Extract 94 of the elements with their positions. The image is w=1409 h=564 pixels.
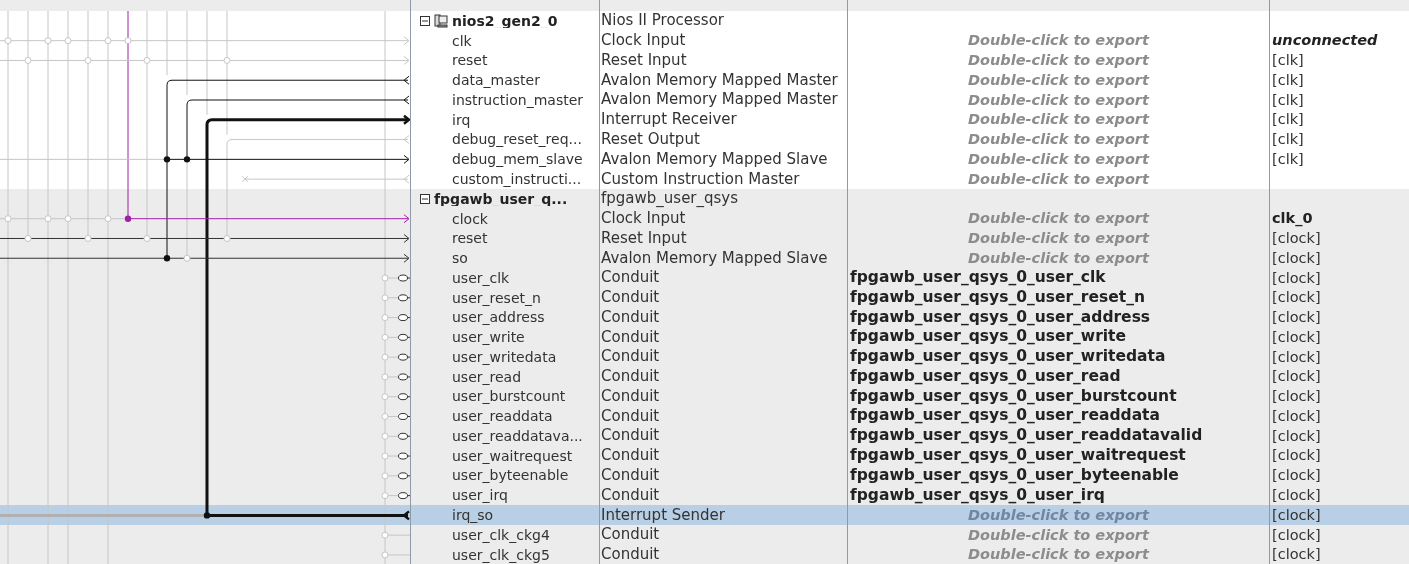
clock-text: [clock] [1272, 231, 1321, 246]
port-description: Conduit [601, 388, 660, 404]
port-name[interactable]: user_read [452, 369, 522, 384]
clock-text: [clock] [1272, 527, 1321, 543]
port-name[interactable]: user_write [452, 330, 525, 345]
export-name[interactable]: fpgawb_user_qsys_0_user_readdata [850, 408, 1160, 424]
port-name[interactable]: reset [452, 53, 488, 68]
clock-text: [clock] [1272, 408, 1321, 424]
port-name[interactable]: user_writedata [452, 349, 557, 364]
port-description: Conduit [601, 547, 660, 563]
port-description: Conduit [601, 468, 660, 483]
port-name[interactable]: user_clk_ckg5 [452, 547, 550, 562]
component-description: fpgawb_user_qsys [601, 191, 739, 207]
port-description: Conduit [601, 369, 660, 385]
clock-text: [clock] [1272, 547, 1321, 562]
clock-text: [clock] [1272, 250, 1321, 266]
port-name[interactable]: clock [452, 211, 488, 226]
port-description: Avalon Memory Mapped Master [601, 92, 838, 108]
port-description: Conduit [601, 428, 660, 444]
port-description: Clock Input [601, 33, 686, 49]
clock-text: [clock] [1272, 507, 1321, 523]
clock-text: [clk] [1272, 92, 1304, 108]
export-name[interactable]: fpgawb_user_qsys_0_user_reset_n [850, 289, 1145, 306]
clock-text: [clock] [1272, 369, 1321, 384]
port-name[interactable]: user_waitrequest [452, 448, 573, 463]
port-description: Reset Input [601, 230, 687, 246]
port-name[interactable]: user_clk [452, 270, 510, 285]
clock-text: clk_0 [1272, 211, 1313, 226]
port-description: Custom Instruction Master [601, 171, 800, 187]
clock-text: [clock] [1272, 488, 1321, 503]
port-name[interactable]: so [452, 251, 468, 266]
export-name[interactable]: fpgawb_user_qsys_0_user_waitrequest [850, 447, 1186, 464]
clock-text: [clk] [1272, 152, 1304, 167]
port-description: Reset Input [601, 52, 687, 68]
expand-toggle-icon[interactable] [420, 15, 430, 26]
component-description: Nios II Processor [601, 13, 724, 29]
port-description: Conduit [601, 487, 660, 503]
clock-text: [clock] [1272, 329, 1321, 345]
port-name[interactable]: reset [452, 231, 488, 246]
clock-text: [clock] [1272, 310, 1321, 325]
clock-text: [clock] [1272, 349, 1321, 365]
clock-text: [clk] [1272, 72, 1304, 88]
clock-text: [clk] [1272, 132, 1304, 147]
port-description: Conduit [601, 309, 660, 325]
port-description: Conduit [601, 290, 660, 306]
port-name[interactable]: user_address [452, 310, 545, 325]
port-description: Interrupt Receiver [601, 112, 737, 128]
port-description: Clock Input [601, 211, 686, 227]
export-name[interactable]: fpgawb_user_qsys_0_user_writedata [850, 349, 1166, 365]
port-description: Conduit [601, 448, 660, 464]
port-description: Conduit [601, 270, 660, 286]
port-name[interactable]: user_clk_ckg4 [452, 527, 550, 542]
clock-text: [clk] [1272, 112, 1304, 127]
port-name[interactable]: instruction_master [452, 92, 584, 107]
port-name[interactable]: irq_so [452, 508, 494, 522]
expand-toggle-icon[interactable] [420, 193, 430, 204]
port-description: Conduit [601, 408, 660, 424]
port-description: Avalon Memory Mapped Master [601, 72, 838, 88]
clock-text: [clock] [1272, 290, 1321, 305]
port-name[interactable]: user_burstcount [452, 389, 566, 404]
port-name[interactable]: user_readdata [452, 409, 553, 424]
export-name[interactable]: fpgawb_user_qsys_0_user_address [850, 309, 1151, 326]
export-name[interactable]: fpgawb_user_qsys_0_user_clk [850, 270, 1106, 286]
clock-text: [clk] [1272, 53, 1304, 68]
port-description: Conduit [601, 349, 660, 365]
computer-icon [434, 13, 448, 28]
port-description: Avalon Memory Mapped Slave [601, 250, 828, 266]
port-name[interactable]: user_readdatava... [452, 428, 583, 443]
export-name[interactable]: fpgawb_user_qsys_0_user_readdatavalid [850, 428, 1203, 444]
port-name[interactable]: user_irq [452, 488, 508, 503]
export-name[interactable]: fpgawb_user_qsys_0_user_irq [850, 487, 1105, 503]
export-name[interactable]: fpgawb_user_qsys_0_user_burstcount [850, 388, 1177, 405]
port-description: Avalon Memory Mapped Slave [601, 151, 828, 167]
port-name[interactable]: data_master [452, 73, 540, 88]
port-name[interactable]: clk [452, 33, 472, 48]
port-name[interactable]: custom_instructi... [452, 172, 582, 186]
clock-text: [clock] [1272, 428, 1321, 444]
port-name[interactable]: irq [452, 112, 471, 127]
clock-text: [clock] [1272, 270, 1321, 286]
clock-text: [clock] [1272, 389, 1321, 404]
export-name[interactable]: fpgawb_user_qsys_0_user_byteenable [850, 467, 1179, 484]
port-name[interactable]: user_reset_n [452, 290, 541, 305]
port-description: Conduit [601, 329, 660, 345]
export-name[interactable]: fpgawb_user_qsys_0_user_write [850, 329, 1127, 345]
port-name[interactable]: debug_mem_slave [452, 152, 583, 167]
export-name[interactable]: fpgawb_user_qsys_0_user_read [850, 368, 1121, 385]
clock-text: [clock] [1272, 448, 1321, 463]
port-description: Reset Output [601, 131, 700, 147]
port-description: Conduit [601, 527, 660, 543]
clock-text: [clock] [1272, 468, 1321, 483]
port-description: Interrupt Sender [601, 507, 725, 523]
port-name[interactable]: user_byteenable [452, 468, 569, 483]
clock-text: unconnected [1272, 33, 1378, 48]
port-name[interactable]: debug_reset_req... [452, 132, 582, 147]
